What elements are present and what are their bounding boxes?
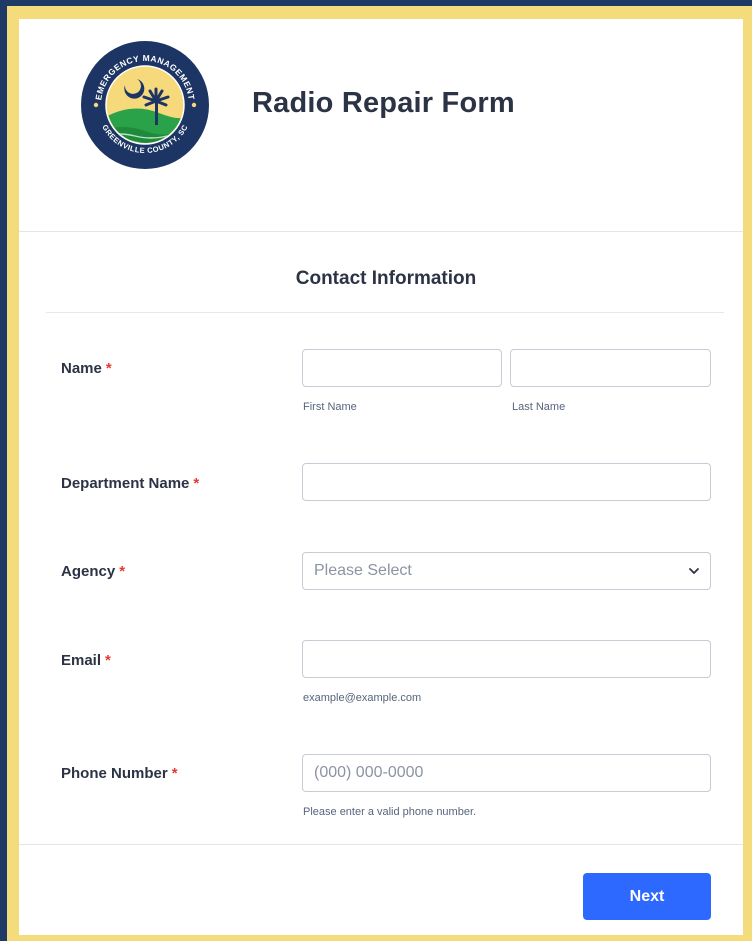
email-input[interactable] [302, 640, 711, 678]
email-label: Email * [61, 652, 111, 669]
required-marker: * [171, 765, 178, 782]
first-name-input[interactable] [302, 349, 502, 387]
first-name-sublabel: First Name [303, 401, 357, 413]
agency-label-text: Agency [61, 563, 116, 580]
section-divider [46, 312, 724, 313]
phone-label-text: Phone Number [61, 765, 168, 782]
name-label: Name * [61, 360, 112, 377]
email-sublabel: example@example.com [303, 692, 422, 704]
section-title: Contact Information [295, 268, 477, 289]
department-name-input[interactable] [302, 463, 711, 501]
last-name-input[interactable] [510, 349, 711, 387]
department-label-text: Department Name [61, 475, 190, 492]
last-name-sublabel: Last Name [512, 401, 566, 413]
chevron-down-icon [689, 568, 699, 574]
required-marker: * [193, 475, 200, 492]
agency-select[interactable]: Please Select [302, 552, 711, 590]
form-title: Radio Repair Form [252, 87, 515, 119]
email-label-text: Email [61, 652, 102, 669]
phone-number-input[interactable]: (000) 000-0000 [302, 754, 711, 792]
next-button[interactable]: Next [583, 873, 711, 920]
form-header: EMERGENCY MANAGEMENT GREENVILLE COUNTY, … [19, 19, 743, 232]
agency-select-value: Please Select [314, 562, 412, 579]
agency-label: Agency * [61, 563, 125, 580]
required-marker: * [105, 652, 111, 669]
phone-label: Phone Number * [61, 765, 178, 782]
department-label: Department Name * [61, 475, 199, 492]
phone-sublabel: Please enter a valid phone number. [303, 806, 477, 818]
required-marker: * [105, 360, 112, 377]
phone-placeholder: (000) 000-0000 [314, 764, 424, 781]
required-marker: * [119, 563, 126, 580]
county-seal-logo: EMERGENCY MANAGEMENT GREENVILLE COUNTY, … [81, 41, 209, 169]
footer-divider [19, 844, 743, 845]
name-label-text: Name [61, 360, 102, 377]
form-card: EMERGENCY MANAGEMENT GREENVILLE COUNTY, … [19, 19, 743, 935]
